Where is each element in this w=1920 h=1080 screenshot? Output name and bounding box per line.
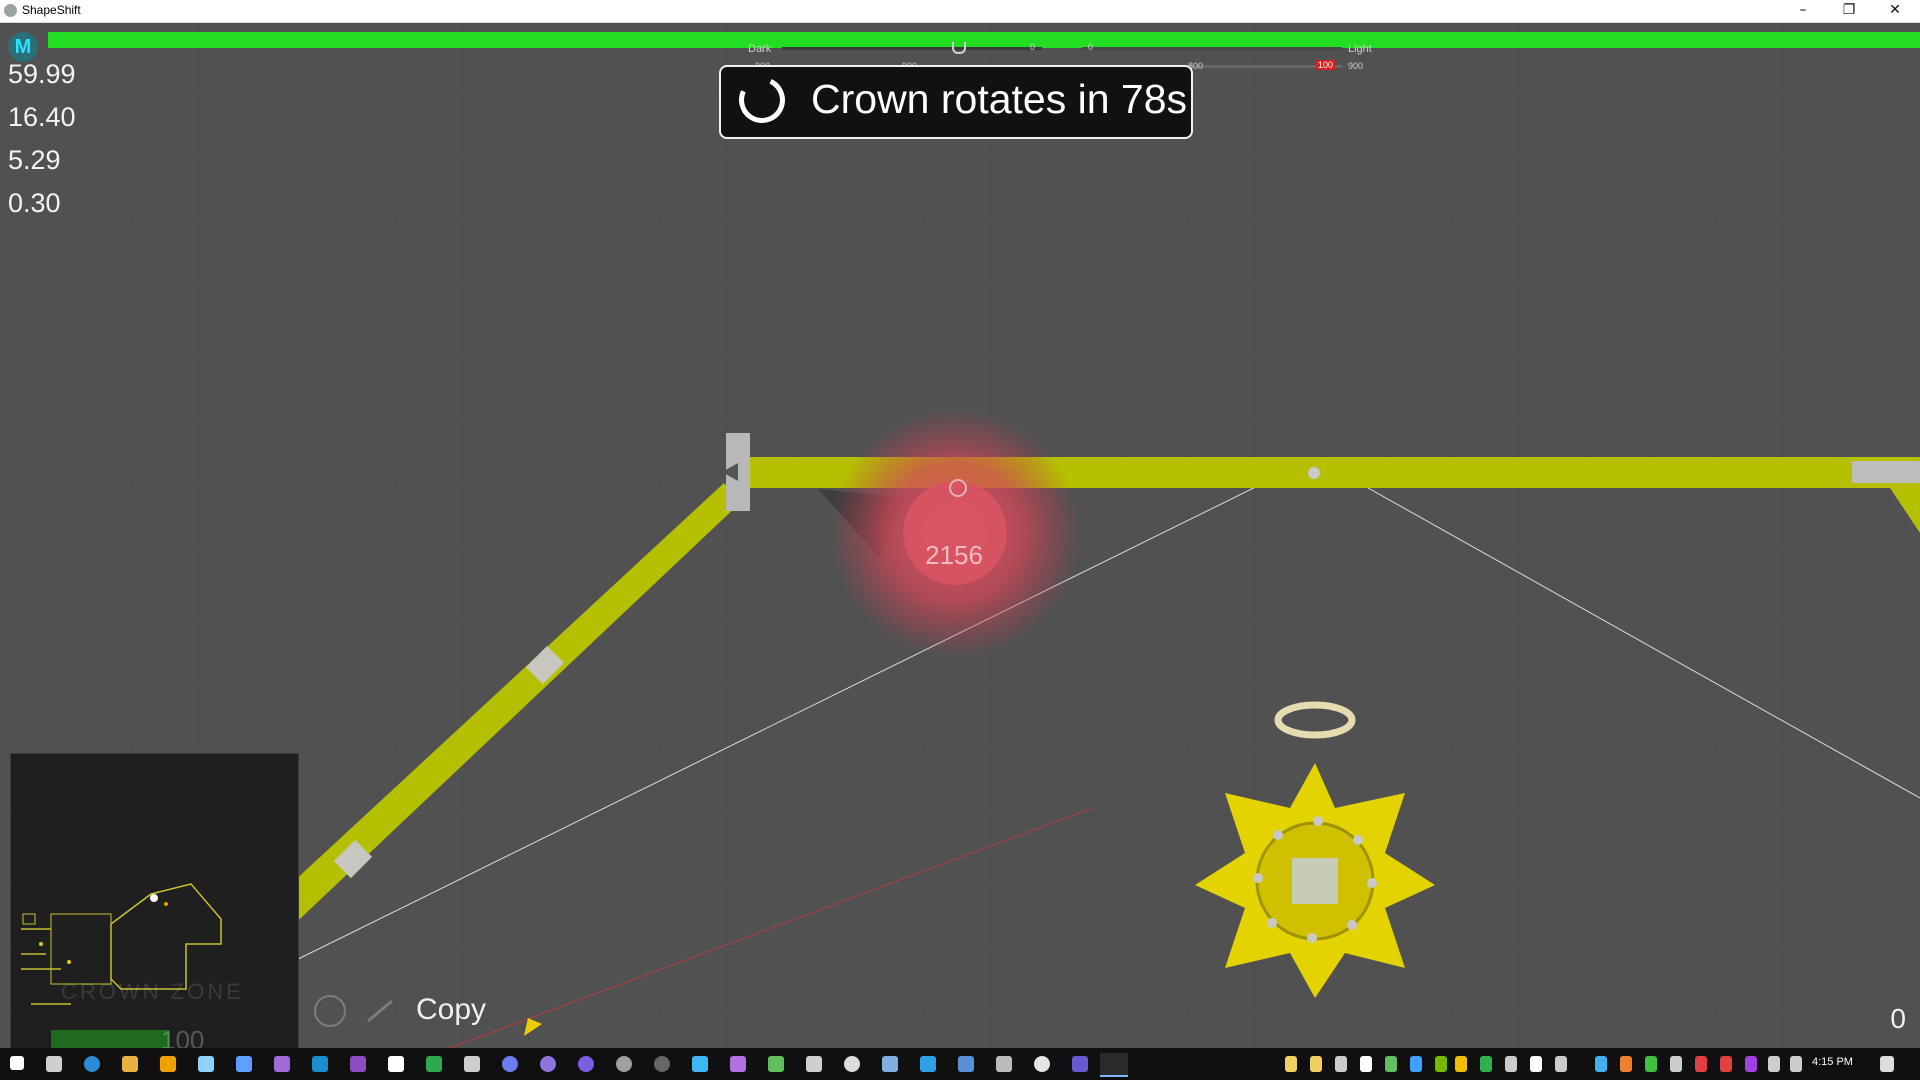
volume-icon[interactable] [1670,1056,1682,1072]
tray-icon[interactable] [1285,1056,1297,1072]
game-canvas[interactable]: 2156 M 59.99 16.40 5.29 0.30 Dark Light … [0,23,1920,1048]
app-icon[interactable] [236,1056,252,1072]
meter-light-label: Light [1348,43,1372,55]
meter-light-track [1082,47,1342,50]
meter-light-zero: 0 [1088,42,1094,52]
halo-icon [1274,701,1356,739]
tray-icon[interactable] [1555,1056,1567,1072]
tray-icon[interactable] [1645,1056,1657,1072]
timer-spinner-icon [732,70,792,130]
tray-icon[interactable] [1530,1056,1542,1072]
app-icon[interactable] [388,1056,404,1072]
browser-icon[interactable] [84,1056,100,1072]
app-icon[interactable] [996,1056,1012,1072]
player-core [1292,858,1338,904]
ability-dash-icon[interactable] [314,995,346,1027]
app-icon[interactable] [616,1056,632,1072]
nvidia-icon[interactable] [1435,1056,1447,1072]
wifi-icon[interactable] [1790,1056,1802,1072]
tray-icon[interactable] [1310,1056,1322,1072]
steam-icon[interactable] [312,1056,328,1072]
notification-icon[interactable] [1880,1056,1894,1072]
tray-icon[interactable] [1720,1056,1732,1072]
ability-copy-label[interactable]: Copy [416,993,486,1027]
stat-value-3: 5.29 [8,145,61,175]
task-view-icon[interactable] [46,1056,62,1072]
shapeshift-taskbar-icon[interactable] [1100,1053,1128,1077]
meter-light-right: 900 [1348,61,1364,71]
tray-icon[interactable] [1620,1056,1632,1072]
tray-icon[interactable] [1410,1056,1422,1072]
minimap-health-bar [51,1030,169,1048]
app-icon[interactable] [1034,1056,1050,1072]
app-icon[interactable] [654,1056,670,1072]
aim-line-left [279,474,1281,969]
app-icon[interactable] [692,1056,708,1072]
terminal-icon[interactable] [464,1056,480,1072]
taskbar: 4:15 PM [0,1048,1920,1080]
restore-button[interactable]: ❐ [1826,0,1872,22]
window-title-bar: ShapeShift – ❐ ✕ [0,0,1920,23]
app-icon[interactable] [768,1056,784,1072]
app-icon[interactable] [426,1056,442,1072]
app-icon[interactable] [160,1056,176,1072]
minimap-player-dot [150,894,158,902]
minimap[interactable]: CROWN ZONE 100 [10,753,299,1048]
onenote-icon[interactable] [1745,1056,1757,1072]
app-icon[interactable] [958,1056,974,1072]
file-explorer-icon[interactable] [122,1056,138,1072]
tray-icon[interactable] [1360,1056,1372,1072]
crown-timer-banner: Crown rotates in 78s [719,65,1193,139]
tray-icon[interactable] [1595,1056,1607,1072]
app-icon[interactable] [730,1056,746,1072]
enemy-hp-label: 2156 [925,540,983,570]
minimap-hp-value: 100 [161,1025,205,1048]
meter-light-warn: 100 [1316,60,1336,70]
visual-studio-icon[interactable] [350,1056,366,1072]
wall-end-cap [1852,461,1920,483]
meter-dark-label: Dark [748,43,772,55]
app-icon[interactable] [806,1056,822,1072]
meter-dark-track [782,47,1042,50]
laser-line [449,808,1091,1048]
tray-icon[interactable] [1335,1056,1347,1072]
windows-start-icon[interactable] [10,1056,24,1070]
tray-icon[interactable] [1385,1056,1397,1072]
app-icon[interactable] [844,1056,860,1072]
stat-value-4: 0.30 [8,188,61,218]
close-button[interactable]: ✕ [1872,0,1918,22]
meter-dark-zero: 0 [1030,42,1036,52]
window-title: ShapeShift [22,3,81,17]
health-bar [48,32,1920,48]
app-icon[interactable] [198,1056,214,1072]
tray-icon[interactable] [1480,1056,1492,1072]
app-icon [4,4,17,17]
ability-slash-icon[interactable] [367,999,393,1023]
player-avatar: M [8,32,38,62]
minimize-button[interactable]: – [1780,0,1826,22]
taskbar-clock[interactable]: 4:15 PM [1812,1056,1853,1068]
app-icon[interactable] [578,1056,594,1072]
crown-timer-text: Crown rotates in 78s [811,76,1188,122]
meter-marker-icon [952,42,966,54]
aim-line-right [1344,474,1920,799]
stat-fps: 59.99 [8,59,76,89]
minimap-zone-label: CROWN ZONE [61,979,244,1004]
wall-node [1308,467,1320,479]
network-icon[interactable] [1768,1056,1780,1072]
discord-icon[interactable] [502,1056,518,1072]
app-icon[interactable] [882,1056,898,1072]
app-icon[interactable] [1072,1056,1088,1072]
app-icon[interactable] [274,1056,290,1072]
stat-value-2: 16.40 [8,102,76,132]
tray-icon[interactable] [1505,1056,1517,1072]
score-counter: 0 [1890,1003,1906,1034]
wall-right-edge [1890,488,1920,533]
tray-icon[interactable] [1695,1056,1707,1072]
tray-icon[interactable] [1455,1056,1467,1072]
vscode-icon[interactable] [920,1056,936,1072]
cursor-arrow-icon [524,1018,542,1036]
app-icon[interactable] [540,1056,556,1072]
